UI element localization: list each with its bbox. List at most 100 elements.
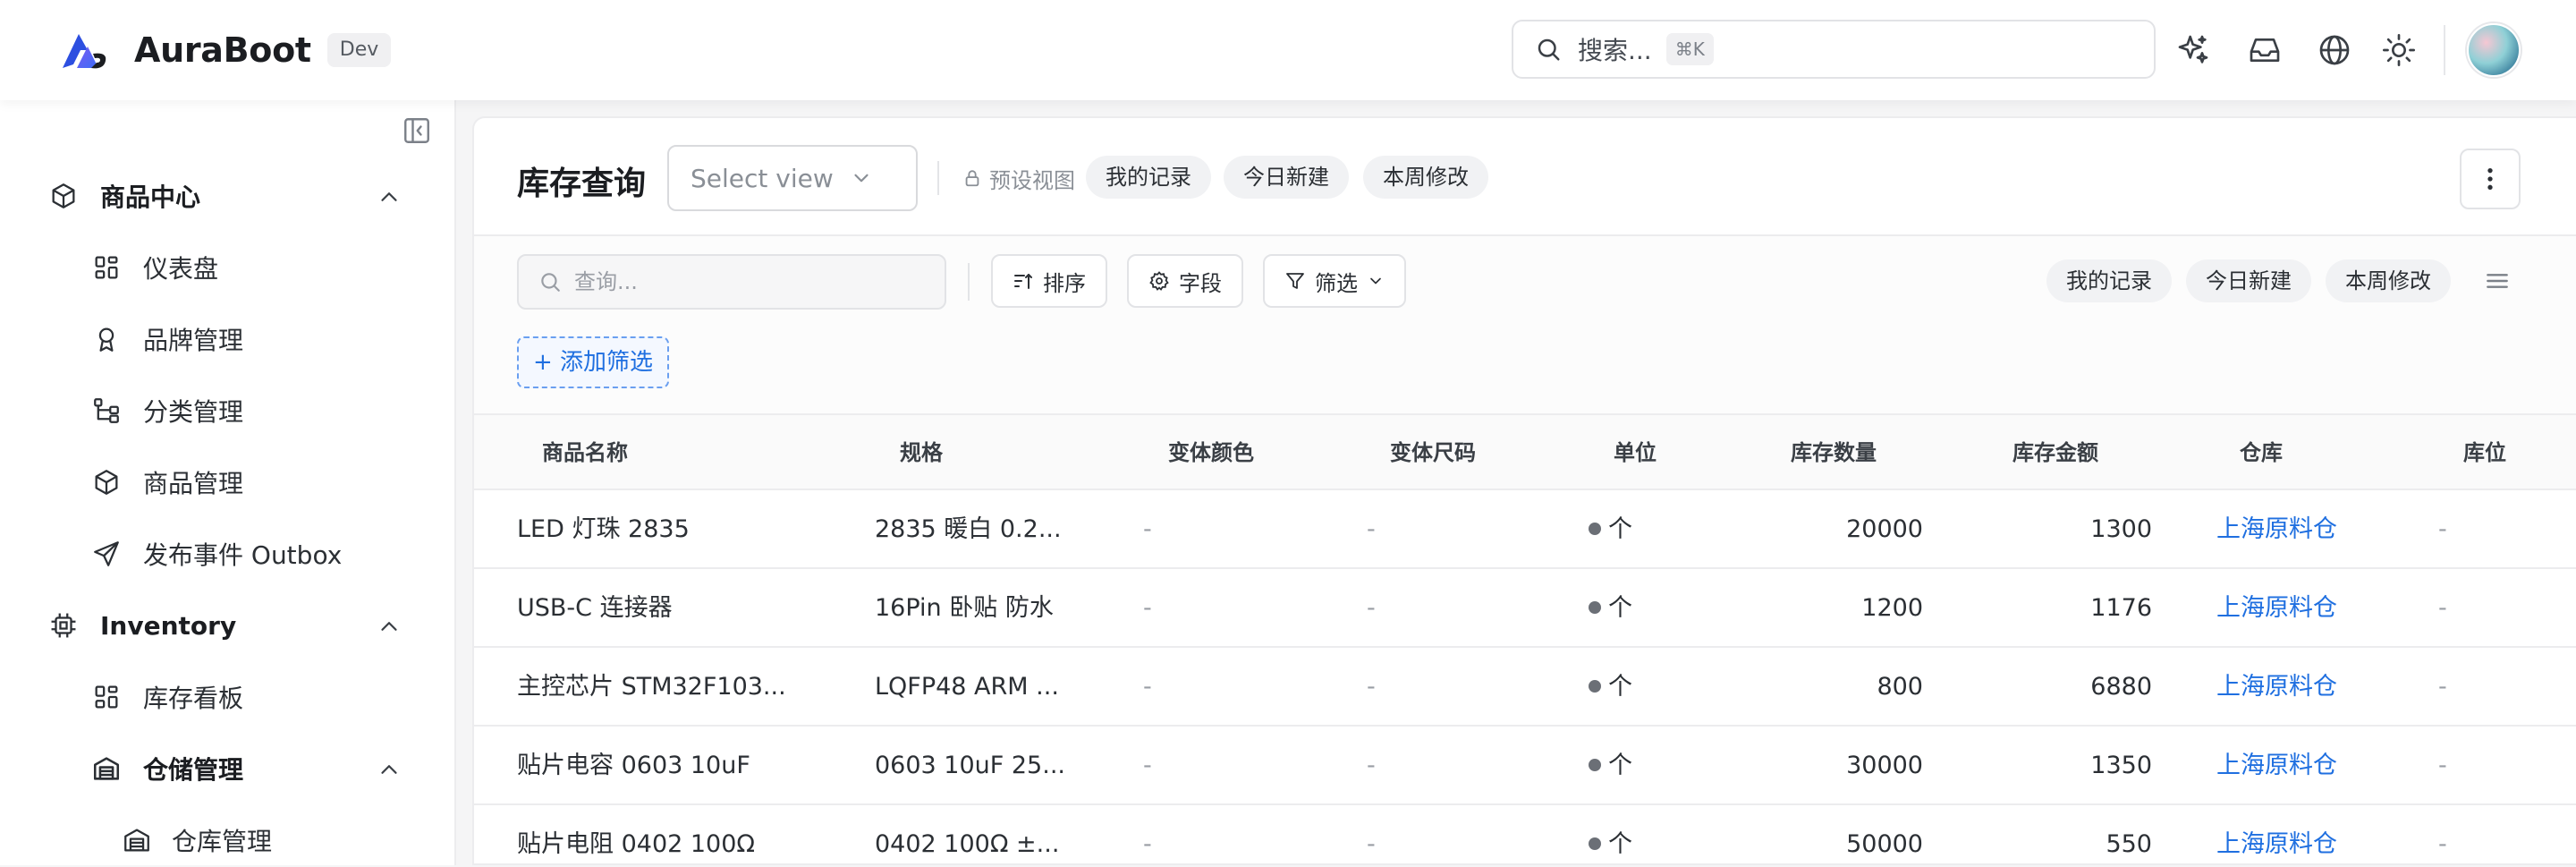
query-input[interactable] — [574, 269, 914, 294]
column-header-stock-amount[interactable]: 库存金额 — [2012, 415, 2098, 490]
column-header-spec[interactable]: 规格 — [900, 415, 943, 490]
quick-chip-today-created[interactable]: 今日新建 — [2186, 259, 2311, 302]
cell-product-name: LED 灯珠 2835 — [517, 515, 690, 543]
sort-button[interactable]: 排序 — [991, 254, 1107, 308]
cell-warehouse-link[interactable]: 上海原料仓 — [2216, 569, 2337, 648]
language-button[interactable] — [2317, 32, 2352, 68]
filter-icon — [1286, 273, 1304, 289]
cell-spec: LQFP48 ARM ... — [875, 673, 1059, 701]
column-header-warehouse[interactable]: 仓库 — [2240, 415, 2283, 490]
ai-assistant-button[interactable] — [2175, 32, 2211, 68]
sidebar-item-label: 分类管理 — [143, 397, 244, 427]
cell-unit-text: 个 — [1608, 594, 1632, 622]
cell-warehouse-link[interactable]: 上海原料仓 — [2216, 490, 2337, 569]
column-header-stock-qty[interactable]: 库存数量 — [1791, 415, 1877, 490]
column-header-location[interactable]: 库位 — [2463, 415, 2506, 490]
gear-icon — [1149, 271, 1169, 291]
chevron-up-icon[interactable] — [376, 613, 402, 640]
cell-spec: 2835 暖白 0.2... — [875, 515, 1062, 543]
sidebar-item-brand-management[interactable]: 品牌管理 — [0, 312, 454, 366]
table-row[interactable]: 贴片电阻 0402 100Ω 0402 100Ω ±... - - 个 5000… — [474, 805, 2576, 863]
table-row[interactable]: LED 灯珠 2835 2835 暖白 0.2... - - 个 20000 1… — [474, 490, 2576, 569]
cell-variant-size: - — [1367, 594, 1376, 622]
sort-icon — [1014, 274, 1032, 289]
cell-product-name: 贴片电阻 0402 100Ω — [517, 830, 756, 858]
cell-unit: 个 — [1589, 569, 1632, 648]
award-icon — [91, 324, 122, 354]
chevron-up-icon[interactable] — [376, 756, 402, 783]
top-bar: AuraBoot Dev 搜索... ⌘K — [0, 0, 2576, 100]
sidebar-item-label: 品牌管理 — [143, 326, 244, 355]
density-menu-button[interactable] — [2483, 267, 2512, 295]
table-row[interactable]: USB-C 连接器 16Pin 卧贴 防水 - - 个 1200 1176 上海… — [474, 569, 2576, 648]
column-header-product-name[interactable]: 商品名称 — [542, 415, 628, 490]
theme-toggle-button[interactable] — [2381, 32, 2417, 68]
add-filter-button[interactable]: + 添加筛选 — [517, 336, 670, 388]
unit-dot-icon — [1589, 600, 1601, 614]
query-toolbar: 排序 字段 筛选 我的记录 今日新建 本周修改 + 添加筛选 — [474, 236, 2576, 415]
topbar-divider — [2444, 25, 2445, 75]
sidebar-item-storage-management[interactable]: 仓储管理 — [0, 742, 454, 795]
sun-icon — [2383, 34, 2415, 66]
sidebar-item-outbox-events[interactable]: 发布事件 Outbox — [0, 527, 454, 581]
quick-chip-week-modified[interactable]: 本周修改 — [2326, 259, 2451, 302]
cell-product-name: USB-C 连接器 — [517, 594, 673, 622]
lock-icon — [965, 170, 979, 187]
sidebar-collapse-button[interactable] — [401, 115, 433, 147]
global-search-input[interactable]: 搜索... ⌘K — [1512, 20, 2156, 79]
query-input-wrapper[interactable] — [517, 254, 946, 310]
view-select[interactable]: Select view — [667, 145, 918, 211]
cell-variant-color: - — [1143, 752, 1152, 779]
chevron-up-icon[interactable] — [376, 183, 402, 210]
inbox-button[interactable] — [2247, 32, 2283, 68]
search-icon — [1538, 38, 1560, 61]
cell-warehouse-link[interactable]: 上海原料仓 — [2216, 805, 2337, 863]
package-icon — [91, 467, 122, 497]
column-header-unit[interactable]: 单位 — [1614, 415, 1657, 490]
cell-spec: 16Pin 卧贴 防水 — [875, 594, 1054, 622]
cell-location: - — [2438, 752, 2447, 779]
quick-chip-my-records[interactable]: 我的记录 — [2046, 259, 2172, 302]
filter-button[interactable]: 筛选 — [1263, 254, 1406, 308]
table-row[interactable]: 贴片电容 0603 10uF 0603 10uF 25... - - 个 300… — [474, 727, 2576, 805]
sidebar-item-label: 仓储管理 — [143, 755, 244, 785]
main-panel: 库存查询 Select view 预设视图 我的记录 今日新建 本周修改 排序 … — [472, 116, 2576, 865]
preset-chip-week-modified[interactable]: 本周修改 — [1363, 156, 1488, 199]
sidebar-item-product-management[interactable]: 商品管理 — [0, 455, 454, 509]
sort-button-label: 排序 — [1043, 270, 1086, 296]
user-avatar[interactable] — [2467, 23, 2521, 77]
more-actions-button[interactable] — [2460, 149, 2521, 209]
fields-button[interactable]: 字段 — [1127, 254, 1243, 308]
column-header-variant-size[interactable]: 变体尺码 — [1390, 415, 1476, 490]
cell-stock-qty: 800 — [1877, 673, 1923, 701]
sidebar-group-product-center[interactable]: 商品中心 — [0, 169, 454, 223]
cell-location: - — [2438, 673, 2447, 701]
sidebar-item-dashboard[interactable]: 仪表盘 — [0, 241, 454, 294]
cell-variant-size: - — [1367, 673, 1376, 701]
cell-location: - — [2438, 594, 2447, 622]
cell-warehouse-link[interactable]: 上海原料仓 — [2216, 727, 2337, 805]
cell-unit: 个 — [1589, 490, 1632, 569]
auraboot-logo-icon — [63, 34, 106, 69]
sidebar-item-warehouse-management[interactable]: 仓库管理 — [0, 813, 454, 867]
unit-dot-icon — [1589, 679, 1601, 693]
sidebar-item-label: 仓库管理 — [172, 827, 273, 856]
column-header-variant-color[interactable]: 变体颜色 — [1168, 415, 1254, 490]
dashboard-icon — [91, 252, 122, 283]
cell-variant-size: - — [1367, 752, 1376, 779]
package-icon — [48, 181, 79, 211]
sidebar-item-inventory-board[interactable]: 库存看板 — [0, 670, 454, 724]
sidebar-item-category-management[interactable]: 分类管理 — [0, 384, 454, 438]
panel-header: 库存查询 Select view 预设视图 我的记录 今日新建 本周修改 — [474, 118, 2576, 236]
brand[interactable]: AuraBoot Dev — [61, 27, 392, 73]
inbox-icon — [2250, 38, 2280, 62]
sidebar-group-inventory[interactable]: Inventory — [0, 599, 454, 652]
preset-chip-my-records[interactable]: 我的记录 — [1086, 156, 1211, 199]
cell-unit: 个 — [1589, 648, 1632, 727]
unit-dot-icon — [1589, 758, 1601, 771]
cell-location: - — [2438, 515, 2447, 543]
table-row[interactable]: 主控芯片 STM32F103... LQFP48 ARM ... - - 个 8… — [474, 648, 2576, 727]
preset-chip-today-created[interactable]: 今日新建 — [1224, 156, 1349, 199]
cell-variant-size: - — [1367, 830, 1376, 858]
cell-warehouse-link[interactable]: 上海原料仓 — [2216, 648, 2337, 727]
